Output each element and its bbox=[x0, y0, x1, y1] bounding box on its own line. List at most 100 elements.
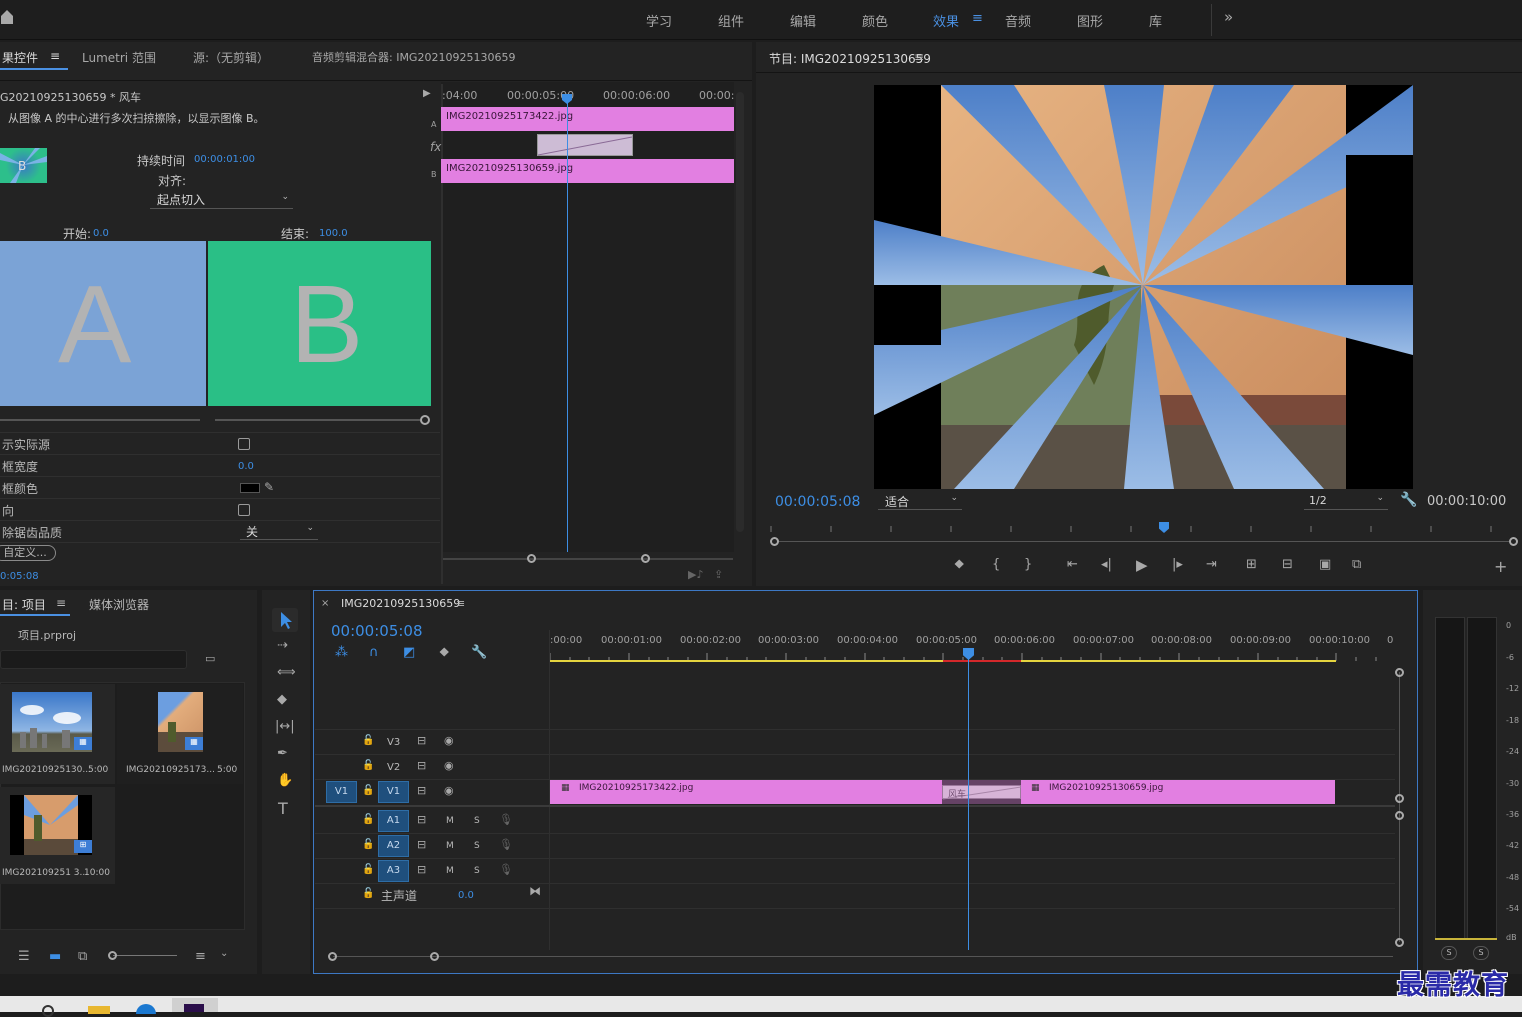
mute-button[interactable]: M bbox=[446, 816, 454, 826]
panel-menu-icon[interactable]: ≡ bbox=[456, 597, 465, 610]
end-slider[interactable] bbox=[215, 419, 420, 421]
eye-icon[interactable]: ◉ bbox=[444, 759, 454, 772]
wrench-icon[interactable]: 🔧 bbox=[471, 645, 487, 660]
end-value[interactable]: 100.0 bbox=[319, 228, 348, 239]
lock-icon[interactable]: 🔓 bbox=[362, 814, 374, 825]
more-workspaces-icon[interactable]: » bbox=[1224, 8, 1233, 26]
lock-icon[interactable]: 🔓 bbox=[362, 760, 374, 771]
workspace-effects[interactable]: 效果 bbox=[933, 11, 959, 30]
monitor-scrollbar[interactable] bbox=[778, 541, 1510, 542]
workspace-color[interactable]: 颜色 bbox=[862, 11, 888, 30]
panel-menu-icon[interactable]: ≡ bbox=[914, 50, 924, 64]
razor-icon[interactable]: ◆ bbox=[277, 692, 287, 707]
go-to-end-icon[interactable]: ⧓ bbox=[529, 884, 541, 898]
slip-icon[interactable]: |↔| bbox=[275, 719, 295, 734]
tab-source[interactable]: 源:（无剪辑） bbox=[193, 49, 269, 66]
chevron-down-icon[interactable]: ⌄ bbox=[220, 948, 228, 959]
step-back-icon[interactable]: ◂| bbox=[1101, 557, 1112, 572]
play-only-icon[interactable]: ▶ bbox=[423, 88, 431, 99]
border-width-value[interactable]: 0.0 bbox=[238, 461, 254, 472]
type-tool-icon[interactable]: T bbox=[278, 799, 288, 818]
play-icon[interactable]: ▶ bbox=[1136, 556, 1148, 574]
freeform-view-icon[interactable]: ⧉ bbox=[78, 949, 87, 964]
workspace-graphics[interactable]: 图形 bbox=[1077, 11, 1103, 30]
master-volume-value[interactable]: 0.0 bbox=[458, 890, 474, 901]
toggle-sync-icon[interactable]: ⊟ bbox=[417, 863, 426, 876]
go-to-in-icon[interactable]: ⇤ bbox=[1067, 557, 1078, 572]
track-v3-label[interactable]: V3 bbox=[387, 737, 400, 748]
reverse-checkbox[interactable] bbox=[238, 504, 250, 516]
mute-button[interactable]: M bbox=[446, 866, 454, 876]
tab-project[interactable]: 目: 项目 bbox=[2, 596, 46, 613]
toggle-sync-icon[interactable]: ⊟ bbox=[417, 734, 426, 747]
start-slider[interactable] bbox=[0, 419, 200, 421]
workspace-audio[interactable]: 音频 bbox=[1005, 11, 1031, 30]
sequence-timecode[interactable]: 00:00:05:08 bbox=[331, 622, 423, 640]
toggle-sync-icon[interactable]: ⊟ bbox=[417, 759, 426, 772]
antialias-dropdown[interactable]: 关 ⌄ bbox=[240, 522, 318, 540]
eyedropper-icon[interactable]: ✎ bbox=[264, 480, 274, 494]
track-v1-target[interactable]: V1 bbox=[378, 781, 409, 803]
workspace-editing[interactable]: 编辑 bbox=[790, 11, 816, 30]
pen-icon[interactable]: ✒ bbox=[277, 746, 288, 761]
selection-tool-icon[interactable] bbox=[272, 608, 298, 632]
add-button-icon[interactable]: + bbox=[1494, 557, 1507, 576]
workspace-libraries[interactable]: 库 bbox=[1149, 11, 1162, 30]
extract-icon[interactable]: ⊟ bbox=[1282, 557, 1293, 572]
tab-lumetri-scopes[interactable]: Lumetri 范围 bbox=[82, 49, 156, 66]
track-a3-target[interactable]: A3 bbox=[378, 860, 409, 882]
custom-button[interactable]: 自定义... bbox=[0, 545, 56, 561]
nest-icon[interactable]: ⁂ bbox=[335, 645, 348, 660]
solo-button[interactable]: S bbox=[474, 841, 480, 851]
panel-menu-icon[interactable]: ≡ bbox=[56, 596, 66, 610]
program-timecode[interactable]: 00:00:05:08 bbox=[775, 494, 860, 510]
mini-clip-b[interactable]: IMG20210925130659.jpg bbox=[441, 159, 734, 183]
track-a2-target[interactable]: A2 bbox=[378, 835, 409, 857]
icon-view-icon[interactable]: ▬ bbox=[49, 949, 61, 964]
microphone-icon[interactable]: 🎙 bbox=[499, 863, 513, 876]
meter-solo-right[interactable]: S bbox=[1473, 946, 1489, 960]
show-actual-source-checkbox[interactable] bbox=[238, 438, 250, 450]
lock-icon[interactable]: 🔓 bbox=[362, 735, 374, 746]
add-marker-icon[interactable]: ⯁ bbox=[954, 558, 964, 573]
lock-icon[interactable]: 🔓 bbox=[362, 864, 374, 875]
panel-menu-icon[interactable]: ≡ bbox=[50, 49, 60, 63]
horizontal-scrollbar[interactable] bbox=[333, 956, 1393, 957]
vertical-scrollbar[interactable] bbox=[1399, 672, 1400, 942]
tab-media-browser[interactable]: 媒体浏览器 bbox=[89, 596, 149, 613]
compare-view-icon[interactable]: ⧉ bbox=[1352, 557, 1361, 572]
timeline-clip-2[interactable]: ▦ IMG20210925130659.jpg bbox=[1021, 780, 1335, 804]
list-view-icon[interactable]: ☰ bbox=[18, 949, 30, 964]
mute-button[interactable]: M bbox=[446, 841, 454, 851]
lock-icon[interactable]: 🔓 bbox=[362, 785, 374, 796]
end-slider-handle[interactable] bbox=[420, 415, 430, 425]
source-patch-v1[interactable]: V1 bbox=[326, 781, 357, 803]
align-dropdown[interactable]: 起点切入 ⌄ bbox=[150, 191, 293, 209]
project-search-input[interactable] bbox=[0, 650, 187, 669]
toggle-sync-icon[interactable]: ⊟ bbox=[417, 813, 426, 826]
mini-scrollbar[interactable] bbox=[443, 558, 733, 560]
track-select-icon[interactable]: ⇢ bbox=[277, 638, 288, 653]
mark-out-icon[interactable]: } bbox=[1024, 557, 1032, 572]
sequence-tab[interactable]: IMG20210925130659 bbox=[341, 597, 460, 610]
workspace-assembly[interactable]: 组件 bbox=[718, 11, 744, 30]
tab-effect-controls[interactable]: 果控件 bbox=[2, 49, 38, 66]
new-bin-icon[interactable]: ▭ bbox=[205, 652, 215, 665]
hand-icon[interactable]: ✋ bbox=[277, 773, 293, 788]
camera-icon[interactable]: ▣ bbox=[1319, 557, 1331, 572]
microphone-icon[interactable]: 🎙 bbox=[499, 813, 513, 826]
home-icon[interactable] bbox=[0, 10, 14, 26]
solo-button[interactable]: S bbox=[474, 866, 480, 876]
wrench-icon[interactable]: 🔧 bbox=[1400, 492, 1417, 508]
eye-icon[interactable]: ◉ bbox=[444, 784, 454, 797]
eye-icon[interactable]: ◉ bbox=[444, 734, 454, 747]
track-a1-target[interactable]: A1 bbox=[378, 810, 409, 832]
tab-audio-clip-mixer[interactable]: 音频剪辑混合器: IMG20210925130659 bbox=[312, 49, 515, 65]
lock-icon[interactable]: 🔓 bbox=[362, 839, 374, 850]
lift-icon[interactable]: ⊞ bbox=[1246, 557, 1257, 572]
taskbar-search-icon[interactable] bbox=[42, 1005, 54, 1017]
mini-clip-a[interactable]: IMG20210925173422.jpg bbox=[441, 107, 734, 131]
go-to-out-icon[interactable]: ⇥ bbox=[1206, 557, 1217, 572]
toggle-sync-icon[interactable]: ⊟ bbox=[417, 784, 426, 797]
linked-selection-icon[interactable]: ◩ bbox=[403, 645, 415, 660]
